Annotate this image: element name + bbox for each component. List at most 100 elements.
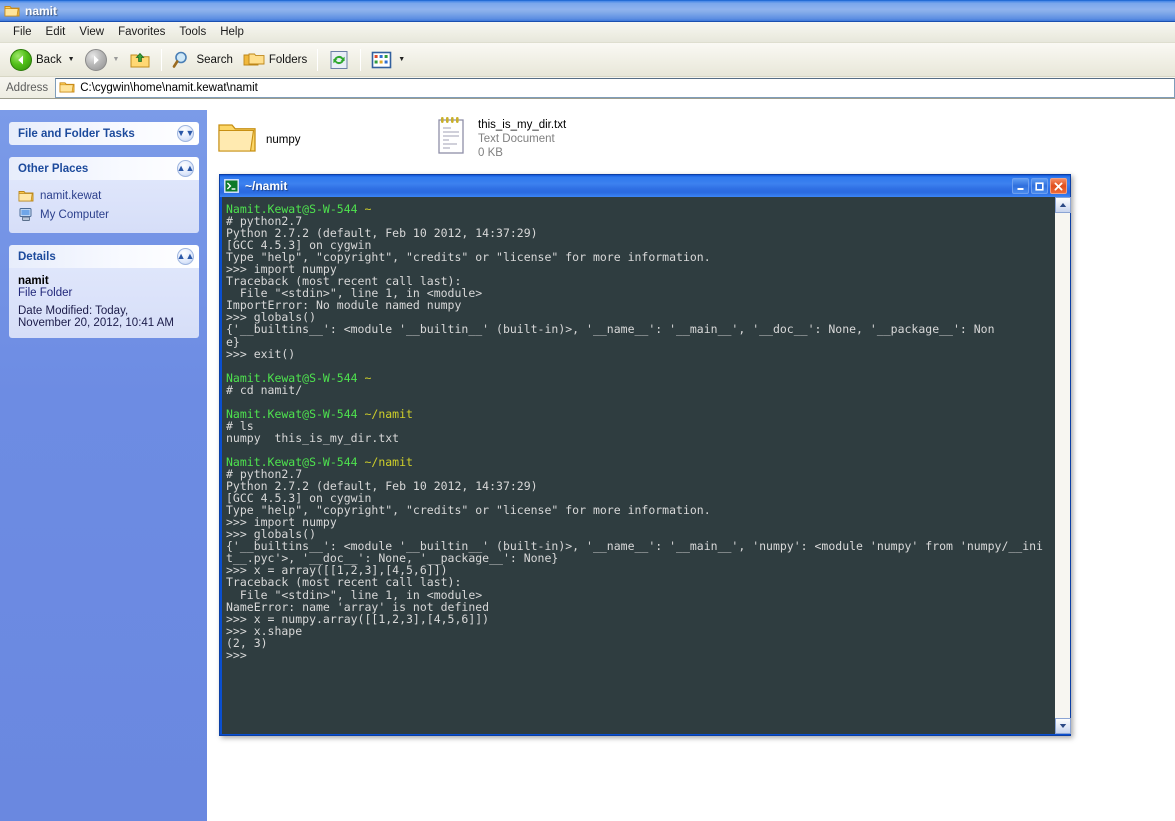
scrollbar-track[interactable] [1055,213,1070,718]
menu-edit[interactable]: Edit [39,24,73,40]
refresh-button[interactable] [323,46,355,74]
folder-icon-address [59,81,75,94]
folder-icon [217,120,257,154]
terminal-line: Namit.Kewat@S-W-544 ~ [226,203,1054,215]
task-group-title: File and Folder Tasks [18,127,135,140]
task-group-header-details[interactable]: Details ▲▲ [9,245,199,268]
terminal-window-buttons [1012,178,1067,194]
maximize-button[interactable] [1031,178,1048,194]
folders-button[interactable]: Folders [238,46,312,74]
search-button[interactable]: Search [167,46,237,74]
task-pane: File and Folder Tasks ▼▼ Other Places ▲▲ [0,110,207,821]
terminal-line: Namit.Kewat@S-W-544 ~/namit [226,408,1054,420]
folder-icon [4,4,20,18]
terminal-text: >>> [226,647,247,662]
details-modified-line1: Date Modified: Today, [18,305,129,317]
search-label: Search [196,53,233,66]
terminal-line: numpy this_is_my_dir.txt [226,432,1054,444]
other-place-my-computer[interactable]: My Computer [18,205,190,224]
task-group-file-and-folder-tasks: File and Folder Tasks ▼▼ [9,122,199,145]
toolbar-separator-2 [317,48,319,71]
chevron-down-icon[interactable]: ▼ [68,56,75,63]
terminal-window[interactable]: ~/namit Namit.Kewat@S-W-544 ~ # python2.7… [219,174,1071,736]
forward-button[interactable]: ▼ [80,46,125,74]
back-label: Back [36,53,62,66]
terminal-line: (2, 3) [226,637,1054,649]
task-group-content-details: namit File Folder Date Modified: Today, … [9,268,199,338]
menu-file[interactable]: File [6,24,39,40]
minimize-button[interactable] [1012,178,1029,194]
folder-icon [18,189,34,203]
task-group-header-file-and-folder-tasks[interactable]: File and Folder Tasks ▼▼ [9,122,199,145]
terminal-line: >>> import numpy [226,516,1054,528]
chevron-up-icon[interactable]: ▲▲ [177,248,194,265]
file-item-numpy[interactable]: numpy [217,120,301,154]
terminal-scrollbar[interactable] [1054,197,1071,734]
up-button[interactable] [124,46,156,74]
terminal-text: ~ [364,202,372,216]
terminal-titlebar[interactable]: ~/namit [220,175,1070,197]
terminal-line: >>> exit() [226,348,1054,360]
views-button[interactable]: ▼ [366,46,410,74]
chevron-down-icon-views[interactable]: ▼ [398,56,405,63]
text-document-icon [435,116,469,156]
address-input[interactable]: C:\cygwin\home\namit.kewat\namit [55,77,1175,98]
terminal-line: e} [226,335,1054,348]
forward-arrow-icon [84,48,107,71]
terminal-line: >>> [226,649,1054,661]
menu-view[interactable]: View [72,24,111,40]
other-place-label: My Computer [40,208,110,221]
terminal-text: ~ [364,370,372,385]
terminal-screen[interactable]: Namit.Kewat@S-W-544 ~ # python2.7 Python 2… [222,197,1054,734]
details-type: File Folder [18,287,73,299]
terminal-line: Namit.Kewat@S-W-544 ~ [226,372,1054,384]
task-group-content-other-places: namit.kewat My Computer [9,180,199,233]
terminal-text: {'__builtins__': <module '__builtin__' (… [226,322,995,337]
terminal-line: >>> x.shape [226,625,1054,637]
views-icon [371,51,392,69]
file-name: numpy [266,134,301,146]
file-item-this-is-my-dir-txt[interactable]: this_is_my_dir.txt Text Document 0 KB [435,116,566,160]
details-name: namit [18,275,49,287]
explorer-menubar: File Edit View Favorites Tools Help [0,22,1175,43]
terminal-text: ~/namit [364,406,413,421]
back-button[interactable]: Back ▼ [5,46,80,74]
terminal-line: >>> x = numpy.array([[1,2,3],[4,5,6]]) [226,613,1054,625]
menu-tools[interactable]: Tools [172,24,213,40]
up-folder-icon [129,50,151,70]
other-place-namit-kewat[interactable]: namit.kewat [18,187,190,205]
explorer-titlebar: namit [0,0,1175,22]
back-arrow-icon [10,48,32,71]
search-icon [172,50,192,70]
terminal-text: # cd namit/ [226,382,303,397]
chevron-up-icon[interactable] [1055,197,1071,213]
folders-icon [243,50,265,69]
other-place-label: namit.kewat [40,190,102,202]
menu-favorites[interactable]: Favorites [111,24,172,40]
file-name: this_is_my_dir.txt [478,119,567,131]
terminal-text: ~/namit [364,454,413,469]
explorer-toolbar: Back ▼ ▼ Search Folders ▼ [0,43,1175,77]
terminal-line: Type "help", "copyright", "credits" or "… [226,504,1054,516]
folders-label: Folders [268,53,308,66]
menu-help[interactable]: Help [213,24,251,40]
details-modified-line2: November 20, 2012, 10:41 AM [18,317,174,329]
task-group-other-places: Other Places ▲▲ namit.kewat My Computer [9,157,199,233]
terminal-line: Namit.Kewat@S-W-544 ~/namit [226,456,1054,468]
task-group-header-other-places[interactable]: Other Places ▲▲ [9,157,199,180]
chevron-down-icon[interactable] [1055,718,1071,734]
terminal-body: Namit.Kewat@S-W-544 ~ # python2.7 Python 2… [222,197,1071,734]
task-group-title: Other Places [18,162,89,175]
chevron-up-icon[interactable]: ▲▲ [177,160,194,177]
close-button[interactable] [1050,178,1067,194]
address-label: Address [6,81,49,94]
toolbar-separator-1 [161,48,163,71]
terminal-text: >>> exit() [226,346,296,361]
terminal-line: # cd namit/ [226,384,1054,396]
task-group-details: Details ▲▲ namit File Folder Date Modifi… [9,245,199,338]
file-size: 0 KB [478,147,503,159]
chevron-down-icon[interactable]: ▼▼ [177,125,194,142]
terminal-line: {'__builtins__': <module '__builtin__' (… [226,323,1054,335]
terminal-line: ImportError: No module named numpy [226,299,1054,311]
task-group-title: Details [18,250,56,263]
